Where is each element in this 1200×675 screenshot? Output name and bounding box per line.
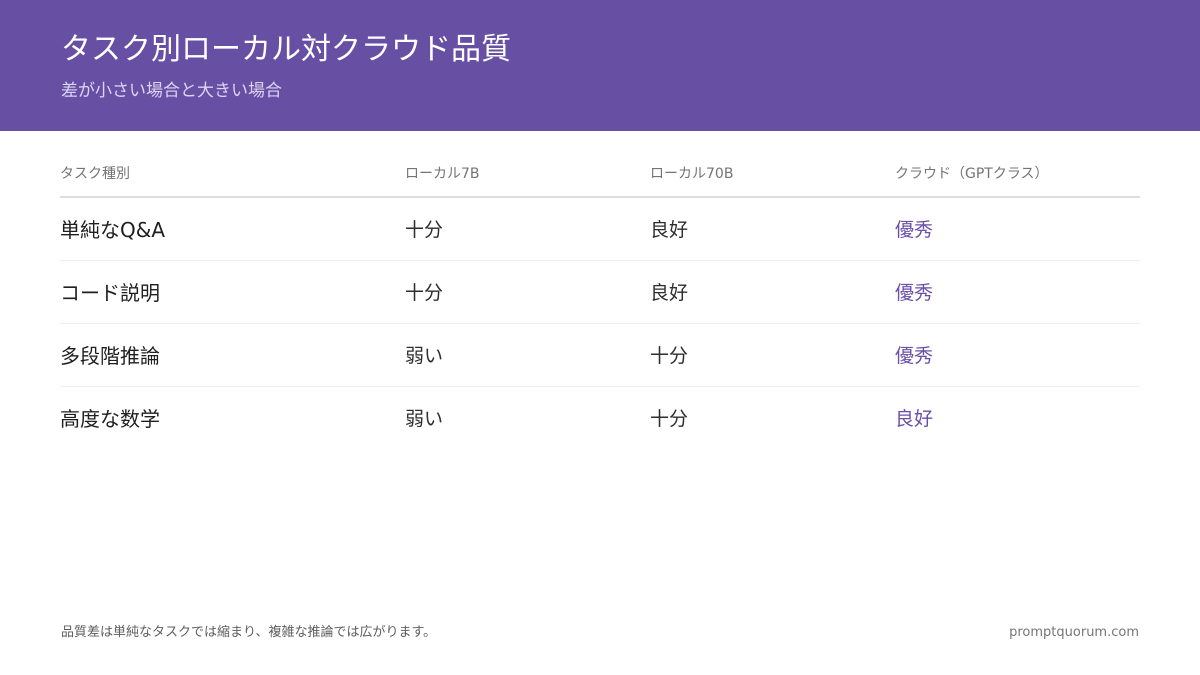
cloud-cell: 優秀 bbox=[895, 219, 934, 241]
footer-note: 品質差は単純なタスクでは縮まり、複雑な推論では広がります。 bbox=[61, 625, 437, 640]
table-row: 多段階推論 弱い 十分 優秀 bbox=[60, 324, 1140, 387]
task-type-cell: 単純なQ&A bbox=[60, 218, 166, 242]
cloud-cell: 良好 bbox=[895, 408, 934, 430]
footer-site-label: promptquorum.com bbox=[1009, 625, 1139, 640]
header-banner: タスク別ローカル対クラウド品質 差が小さい場合と大きい場合 bbox=[0, 0, 1200, 131]
local-7b-cell: 十分 bbox=[405, 219, 444, 241]
local-70b-cell: 良好 bbox=[650, 219, 689, 241]
task-type-cell: 高度な数学 bbox=[60, 407, 160, 431]
local-70b-cell: 良好 bbox=[650, 282, 689, 304]
table-header-row: タスク種別 ローカル7B ローカル70B クラウド（GPTクラス） bbox=[60, 152, 1140, 198]
page-subtitle: 差が小さい場合と大きい場合 bbox=[61, 81, 282, 101]
page-title: タスク別ローカル対クラウド品質 bbox=[61, 32, 511, 67]
local-70b-cell: 十分 bbox=[650, 345, 689, 367]
table-row: 高度な数学 弱い 十分 良好 bbox=[60, 387, 1140, 449]
local-7b-cell: 弱い bbox=[405, 345, 444, 367]
column-header-task-type: タスク種別 bbox=[60, 166, 130, 182]
local-7b-cell: 十分 bbox=[405, 282, 444, 304]
local-7b-cell: 弱い bbox=[405, 408, 444, 430]
table-row: コード説明 十分 良好 優秀 bbox=[60, 261, 1140, 324]
column-header-local-7b: ローカル7B bbox=[405, 166, 480, 182]
column-header-cloud: クラウド（GPTクラス） bbox=[895, 166, 1049, 182]
cloud-cell: 優秀 bbox=[895, 282, 934, 304]
column-header-local-70b: ローカル70B bbox=[650, 166, 734, 182]
local-70b-cell: 十分 bbox=[650, 408, 689, 430]
task-type-cell: 多段階推論 bbox=[60, 344, 160, 368]
comparison-table: タスク種別 ローカル7B ローカル70B クラウド（GPTクラス） 単純なQ&A… bbox=[60, 152, 1140, 449]
table-row: 単純なQ&A 十分 良好 優秀 bbox=[60, 198, 1140, 261]
cloud-cell: 優秀 bbox=[895, 345, 934, 367]
task-type-cell: コード説明 bbox=[60, 281, 160, 305]
